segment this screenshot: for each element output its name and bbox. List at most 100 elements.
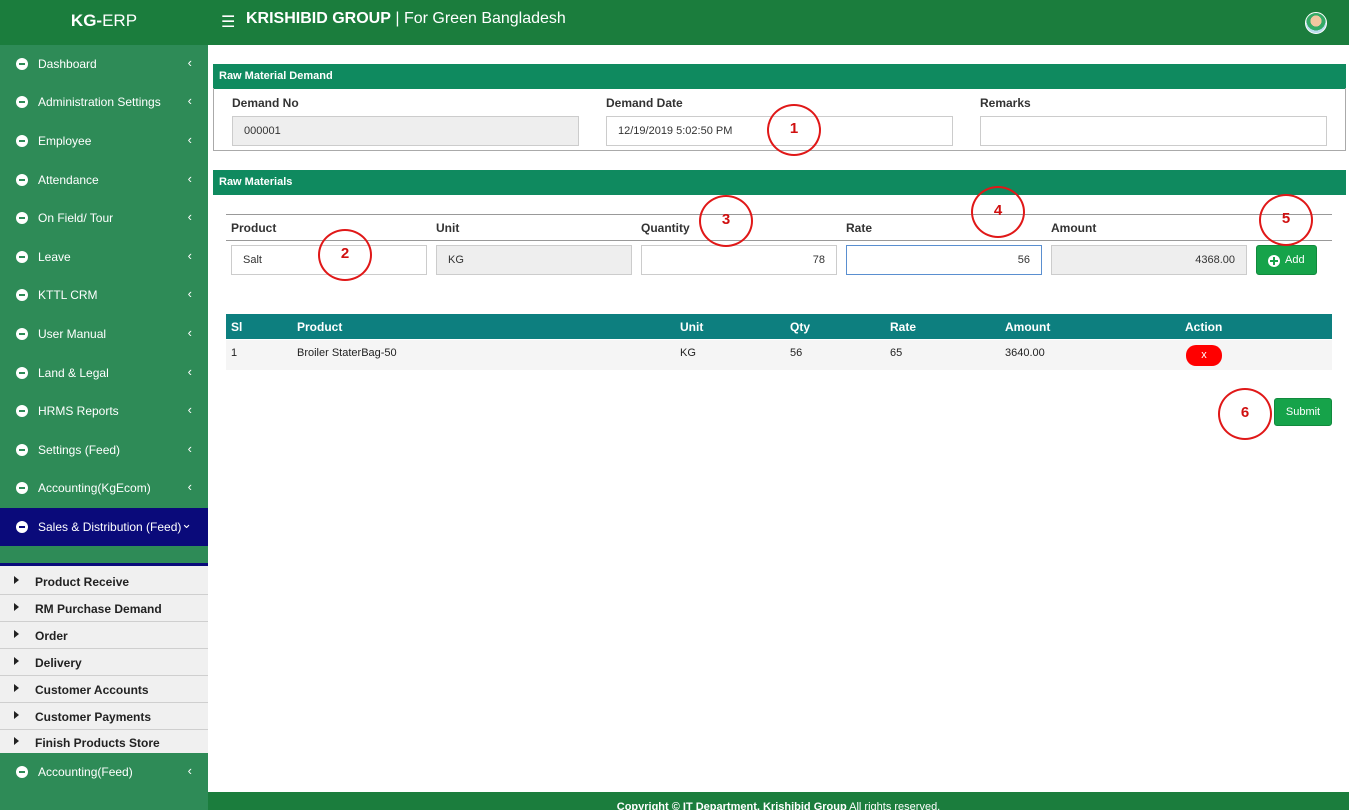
chevron-left-icon: ‹	[187, 55, 192, 70]
chevron-left-icon: ‹	[187, 132, 192, 147]
sidebar-item-leave[interactable]: Leave ‹	[0, 238, 208, 276]
annotation-marker-3: 3	[699, 195, 753, 247]
sidebar-item-accounting-feed[interactable]: Accounting(Feed) ‹	[0, 753, 208, 791]
chevron-left-icon: ‹	[187, 209, 192, 224]
footer-rights: All rights reserved.	[846, 801, 941, 810]
menu-toggle-icon[interactable]: ☰	[221, 12, 235, 32]
demand-no-field[interactable]: 000001	[232, 116, 579, 146]
submenu-item-customer-accounts[interactable]: Customer Accounts	[0, 676, 208, 703]
sidebar-item-label: Leave	[38, 250, 71, 264]
col-rate: Rate	[890, 320, 917, 334]
minus-circle-icon	[16, 444, 28, 456]
submit-button[interactable]: Submit	[1274, 398, 1332, 426]
unit-label: Unit	[436, 221, 460, 235]
chevron-left-icon: ‹	[187, 441, 192, 456]
submenu-item-label: Customer Accounts	[35, 683, 149, 697]
sidebar-item-kttl-crm[interactable]: KTTL CRM ‹	[0, 276, 208, 314]
add-button-label: Add	[1285, 254, 1305, 266]
minus-circle-icon	[16, 367, 28, 379]
quantity-input[interactable]: 78	[641, 245, 837, 275]
col-unit: Unit	[680, 320, 704, 334]
sidebar-item-hrms-reports[interactable]: HRMS Reports ‹	[0, 392, 208, 430]
raw-materials-header: Raw Materials	[213, 170, 1346, 195]
col-action: Action	[1185, 320, 1223, 334]
company-title: KRISHIBID GROUP | For Green Bangladesh	[246, 10, 566, 28]
col-amount: Amount	[1005, 320, 1051, 334]
remarks-field[interactable]	[980, 116, 1327, 146]
sidebar: Dashboard ‹ Administration Settings ‹ Em…	[0, 45, 208, 810]
sidebar-item-label: On Field/ Tour	[38, 211, 114, 225]
row-amount: 3640.00	[1005, 347, 1045, 359]
submenu-item-label: Finish Products Store	[35, 736, 160, 750]
submenu-item-rm-purchase-demand[interactable]: RM Purchase Demand	[0, 595, 208, 622]
sidebar-item-sales-distribution-feed[interactable]: Sales & Distribution (Feed) ⌄	[0, 508, 208, 546]
submenu-item-label: Customer Payments	[35, 710, 152, 724]
caret-right-icon	[14, 737, 19, 745]
caret-right-icon	[14, 603, 19, 611]
col-sl: Sl	[231, 320, 243, 334]
sidebar-item-label: Settings (Feed)	[38, 443, 121, 457]
rate-label: Rate	[846, 221, 873, 235]
minus-circle-icon	[16, 174, 28, 186]
col-product: Product	[297, 320, 343, 334]
sidebar-item-employee[interactable]: Employee ‹	[0, 122, 208, 160]
chevron-left-icon: ‹	[187, 364, 192, 379]
row-qty: 56	[790, 347, 803, 359]
demand-date-label: Demand Date	[606, 96, 683, 110]
chevron-left-icon: ‹	[187, 286, 192, 301]
submenu-item-customer-payments[interactable]: Customer Payments	[0, 703, 208, 730]
annotation-marker-4: 4	[971, 186, 1025, 238]
form-header-bottom-divider	[226, 240, 1332, 241]
submenu-item-order[interactable]: Order	[0, 622, 208, 649]
footer: Copyright © IT Department, Krishibid Gro…	[208, 792, 1349, 810]
sidebar-item-label: Land & Legal	[38, 366, 109, 380]
sidebar-item-administration-settings[interactable]: Administration Settings ‹	[0, 83, 208, 121]
sidebar-item-on-field-tour[interactable]: On Field/ Tour ‹	[0, 199, 208, 237]
sidebar-item-settings-feed[interactable]: Settings (Feed) ‹	[0, 431, 208, 469]
sidebar-item-label: Sales & Distribution (Feed)	[38, 520, 182, 534]
minus-circle-icon	[16, 766, 28, 778]
caret-right-icon	[14, 657, 19, 665]
submenu-item-product-receive[interactable]: Product Receive	[0, 568, 208, 595]
user-avatar-icon[interactable]	[1305, 12, 1327, 34]
sidebar-item-label: Accounting(Feed)	[38, 765, 133, 779]
rate-input[interactable]: 56	[846, 245, 1042, 275]
chevron-left-icon: ‹	[187, 171, 192, 186]
product-label: Product	[231, 221, 277, 235]
minus-circle-icon	[16, 521, 28, 533]
footer-copyright: Copyright © IT Department, Krishibid Gro…	[616, 801, 847, 810]
sidebar-item-label: Dashboard	[38, 57, 97, 71]
submenu-item-delivery[interactable]: Delivery	[0, 649, 208, 676]
sidebar-item-attendance[interactable]: Attendance ‹	[0, 161, 208, 199]
brand-rest: ERP	[102, 11, 138, 30]
unit-field[interactable]: KG	[436, 245, 632, 275]
add-button[interactable]: Add	[1256, 245, 1317, 275]
sidebar-item-dashboard[interactable]: Dashboard ‹	[0, 45, 208, 83]
sidebar-item-label: Accounting(KgEcom)	[38, 481, 151, 495]
submenu-item-finish-products-store[interactable]: Finish Products Store	[0, 729, 208, 756]
amount-label: Amount	[1051, 221, 1097, 235]
amount-field[interactable]: 4368.00	[1051, 245, 1247, 275]
brand-bold: KG-	[70, 11, 103, 30]
annotation-marker-6: 6	[1218, 388, 1272, 440]
sidebar-item-user-manual[interactable]: User Manual ‹	[0, 315, 208, 353]
remarks-label: Remarks	[980, 96, 1031, 110]
row-product: Broiler StaterBag-50	[297, 347, 397, 359]
caret-right-icon	[14, 711, 19, 719]
app-logo[interactable]: KG-ERP	[0, 0, 208, 45]
form-header-top-divider	[226, 214, 1332, 215]
sidebar-item-label: Employee	[38, 134, 92, 148]
minus-circle-icon	[16, 58, 28, 70]
delete-row-button[interactable]: x	[1186, 345, 1222, 366]
chevron-down-icon: ⌄	[181, 516, 192, 531]
submenu-item-label: Order	[35, 629, 68, 643]
sidebar-item-land-legal[interactable]: Land & Legal ‹	[0, 354, 208, 392]
sidebar-item-accounting-kgecom[interactable]: Accounting(KgEcom) ‹	[0, 469, 208, 507]
sidebar-item-label: Attendance	[38, 173, 99, 187]
minus-circle-icon	[16, 289, 28, 301]
minus-circle-icon	[16, 328, 28, 340]
chevron-left-icon: ‹	[187, 763, 192, 778]
chevron-left-icon: ‹	[187, 479, 192, 494]
col-qty: Qty	[790, 320, 811, 334]
minus-circle-icon	[16, 405, 28, 417]
